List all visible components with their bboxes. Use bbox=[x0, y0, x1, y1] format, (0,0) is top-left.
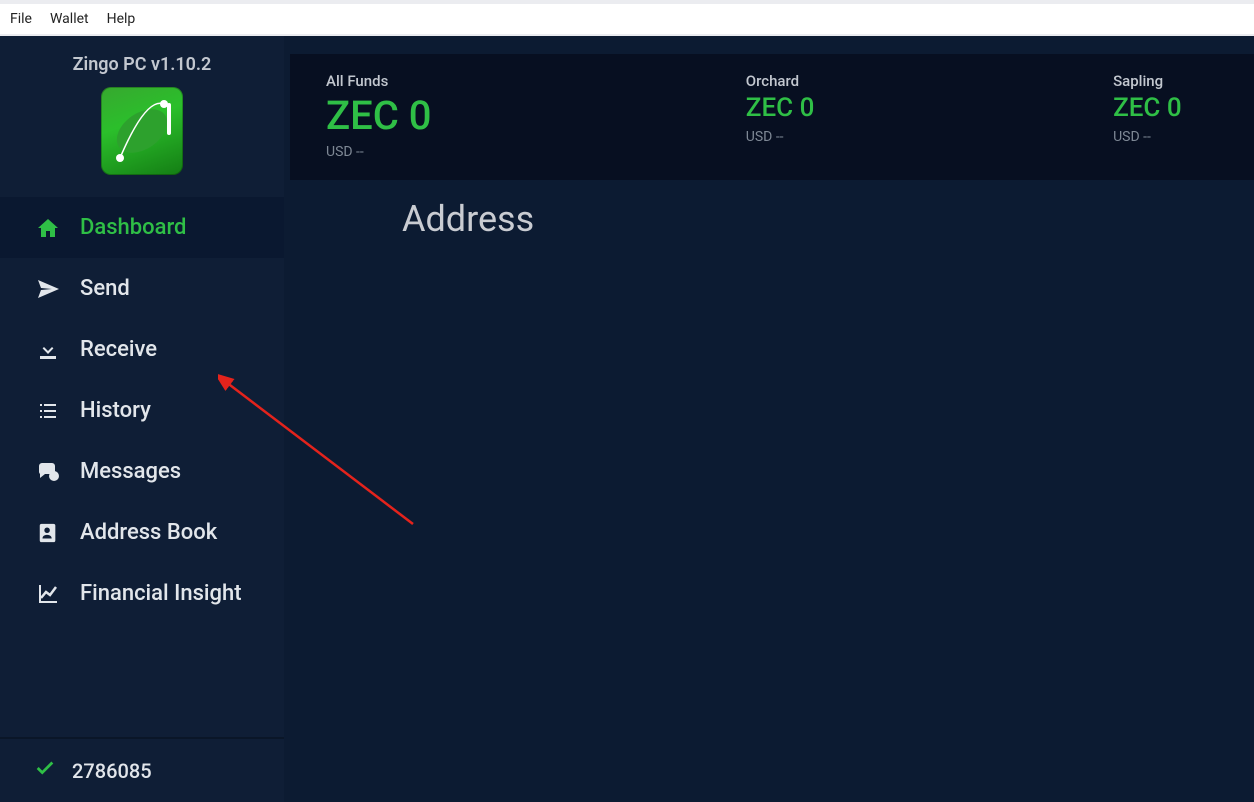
sidebar-item-history[interactable]: History bbox=[0, 380, 284, 441]
logo-wrap bbox=[0, 87, 284, 175]
address-section-title: Address bbox=[284, 180, 1254, 240]
balance-usd: USD -- bbox=[1113, 129, 1218, 145]
menu-file[interactable]: File bbox=[10, 11, 32, 27]
list-icon bbox=[34, 399, 62, 423]
sidebar-item-label: Receive bbox=[80, 337, 157, 362]
chart-icon bbox=[34, 582, 62, 606]
balance-label: Orchard bbox=[746, 72, 1113, 90]
balance-label: All Funds bbox=[326, 72, 746, 90]
balance-label: Sapling bbox=[1113, 72, 1218, 90]
sidebar-item-label: History bbox=[80, 398, 151, 423]
sidebar-item-label: Dashboard bbox=[80, 215, 186, 240]
menubar: File Wallet Help bbox=[0, 0, 1254, 36]
status-bar: 2786085 bbox=[0, 737, 284, 802]
sidebar-item-send[interactable]: Send bbox=[0, 258, 284, 319]
download-icon bbox=[34, 338, 62, 362]
balance-amount: ZEC 0 bbox=[746, 94, 1113, 123]
balance-orchard: Orchard ZEC 0 USD -- bbox=[746, 72, 1113, 160]
menu-help[interactable]: Help bbox=[107, 11, 136, 27]
nav: Dashboard Send Receive History bbox=[0, 197, 284, 624]
sidebar-item-label: Address Book bbox=[80, 520, 217, 545]
main-content: All Funds ZEC 0 USD -- Orchard ZEC 0 USD… bbox=[284, 36, 1254, 802]
menu-wallet[interactable]: Wallet bbox=[50, 11, 89, 27]
sidebar-item-label: Financial Insight bbox=[80, 581, 242, 606]
sidebar-item-label: Send bbox=[80, 276, 130, 301]
sidebar-item-addressbook[interactable]: Address Book bbox=[0, 502, 284, 563]
addressbook-icon bbox=[34, 521, 62, 545]
app-container: Zingo PC v1.10.2 Dashboard bbox=[0, 36, 1254, 802]
app-title: Zingo PC v1.10.2 bbox=[0, 54, 284, 75]
chat-icon bbox=[34, 460, 62, 484]
balance-amount: ZEC 0 bbox=[1113, 94, 1218, 123]
balance-amount: ZEC 0 bbox=[326, 94, 746, 138]
sidebar-item-dashboard[interactable]: Dashboard bbox=[0, 197, 284, 258]
sidebar: Zingo PC v1.10.2 Dashboard bbox=[0, 36, 284, 802]
check-icon bbox=[34, 757, 56, 784]
sidebar-item-financial-insight[interactable]: Financial Insight bbox=[0, 563, 284, 624]
sidebar-item-receive[interactable]: Receive bbox=[0, 319, 284, 380]
balance-sapling: Sapling ZEC 0 USD -- bbox=[1113, 72, 1218, 160]
sidebar-item-label: Messages bbox=[80, 459, 181, 484]
block-height: 2786085 bbox=[72, 759, 152, 783]
balance-usd: USD -- bbox=[746, 129, 1113, 145]
app-logo bbox=[101, 87, 183, 175]
balances-panel: All Funds ZEC 0 USD -- Orchard ZEC 0 USD… bbox=[290, 54, 1254, 180]
send-icon bbox=[34, 277, 62, 301]
balance-usd: USD -- bbox=[326, 144, 746, 160]
sidebar-item-messages[interactable]: Messages bbox=[0, 441, 284, 502]
balance-all-funds: All Funds ZEC 0 USD -- bbox=[326, 72, 746, 160]
home-icon bbox=[34, 216, 62, 240]
